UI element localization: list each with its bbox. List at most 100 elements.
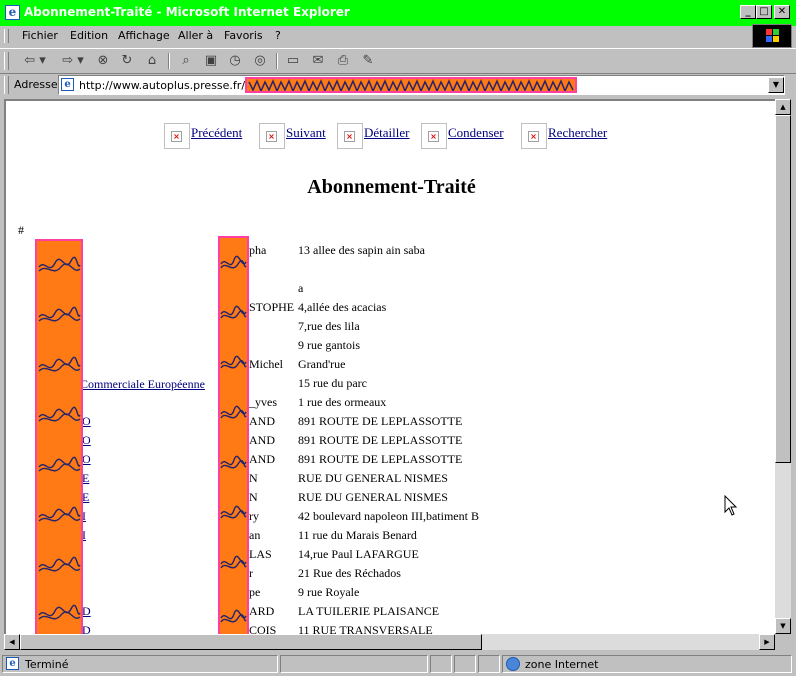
broken-image-icon[interactable]: × [164, 123, 190, 149]
row-name: AND [249, 414, 275, 428]
search-icon[interactable]: ⌕ [177, 53, 195, 69]
address-label: Adresse [14, 78, 58, 91]
row-address: 9 rue Royale [298, 585, 360, 599]
status-zone-panel: zone Internet [502, 655, 792, 673]
history-icon[interactable]: ◷ [226, 53, 244, 69]
title-bar: e Abonnement-Traité - Microsoft Internet… [0, 0, 796, 26]
row-name: LAS [249, 547, 272, 561]
page-title: Abonnement-Traité [307, 176, 476, 198]
scroll-up-button[interactable]: ▲ [775, 99, 791, 115]
menu-help[interactable]: ? [275, 29, 281, 42]
menu-fichier[interactable]: Fichier [22, 29, 58, 42]
row-address: 11 rue du Marais Benard [298, 528, 417, 542]
forward-icon[interactable]: ⇨ ▾ [58, 53, 88, 69]
stop-icon[interactable]: ⊗ [94, 53, 112, 69]
horizontal-scroll-thumb[interactable] [20, 634, 482, 650]
favorites-icon[interactable]: ▣ [202, 53, 220, 69]
page-content: × Précédent × Suivant × Détailler × Cond… [4, 99, 775, 634]
row-address: 9 rue gantois [298, 338, 360, 352]
nav-suivant-link[interactable]: Suivant [286, 125, 326, 141]
row-name: ry [249, 509, 259, 523]
nav-precedent-link[interactable]: Précédent [191, 125, 242, 141]
row-name: N [249, 471, 258, 485]
scrollbar-corner [775, 634, 791, 650]
row-address: RUE DU GENERAL NISMES [298, 471, 448, 485]
redaction-column [218, 236, 249, 634]
status-panel [454, 655, 476, 673]
row-address: 1 rue des ormeaux [298, 395, 387, 409]
row-address: RUE DU GENERAL NISMES [298, 490, 448, 504]
row-address: 4,allée des acacias [298, 300, 387, 314]
scroll-left-button[interactable]: ◀ [4, 634, 20, 650]
row-address: 891 ROUTE DE LEPLASSOTTE [298, 452, 463, 466]
broken-image-icon[interactable]: × [521, 123, 547, 149]
mail-icon[interactable]: ✉ [309, 53, 327, 69]
row-name: _yves [249, 395, 277, 409]
address-url[interactable]: http://www.autoplus.presse.fr/ema [79, 79, 269, 92]
nav-detailler-link[interactable]: Détailler [364, 125, 409, 141]
row-address: 13 allee des sapin ain saba [298, 243, 425, 257]
broken-image-icon[interactable]: × [259, 123, 285, 149]
scribble-pattern [248, 79, 574, 91]
company-link[interactable]: Commerciale Européenne [80, 377, 205, 392]
broken-image-icon[interactable]: × [421, 123, 447, 149]
row-first-column-link[interactable]: O [82, 414, 91, 429]
close-button[interactable]: ✕ [774, 5, 790, 19]
scribble-pattern [220, 255, 247, 623]
status-text: Terminé [25, 658, 69, 671]
status-progress-panel [280, 655, 428, 673]
row-name: an [249, 528, 261, 542]
status-panel [478, 655, 500, 673]
redaction-column [35, 239, 83, 634]
menu-favoris[interactable]: Favoris [224, 29, 263, 42]
windows-logo-icon [752, 24, 792, 48]
row-first-column-link[interactable]: E [82, 490, 89, 505]
standard-toolbar: ⇦ ▾ ⇨ ▾ ⊗ ↻ ⌂ ⌕ ▣ ◷ ◎ ▭ ✉ ⎙ ✎ [0, 48, 796, 74]
menu-aller[interactable]: Aller à [178, 29, 213, 42]
scroll-down-button[interactable]: ▼ [775, 618, 791, 634]
menu-grip[interactable] [4, 29, 9, 43]
row-address: a [298, 281, 304, 295]
menu-edition[interactable]: Edition [70, 29, 108, 42]
maximize-button[interactable]: □ [756, 5, 772, 19]
refresh-icon[interactable]: ↻ [118, 53, 136, 69]
row-first-column-link[interactable]: O [82, 433, 91, 448]
row-address: 891 ROUTE DE LEPLASSOTTE [298, 433, 463, 447]
status-main-panel: e Terminé [2, 655, 278, 673]
mouse-cursor-icon [724, 495, 738, 516]
row-first-column-link[interactable]: O [82, 452, 91, 467]
globe-icon [506, 657, 520, 671]
minimize-button[interactable]: _ [740, 5, 756, 19]
page-done-icon: e [6, 657, 19, 670]
home-icon[interactable]: ⌂ [143, 53, 161, 69]
vertical-scrollbar[interactable]: ▲ ▼ [775, 99, 791, 634]
redaction-mark [245, 77, 577, 93]
scroll-right-button[interactable]: ▶ [759, 634, 775, 650]
address-dropdown-button[interactable]: ▼ [768, 77, 784, 93]
toolbar-separator [168, 53, 170, 69]
nav-condenser-link[interactable]: Condenser [448, 125, 504, 141]
row-first-column-link[interactable]: E [82, 471, 89, 486]
print-icon[interactable]: ⎙ [334, 53, 352, 69]
page-icon: e [61, 78, 74, 91]
nav-rechercher-link[interactable]: Rechercher [548, 125, 607, 141]
vertical-scroll-thumb[interactable] [775, 115, 791, 463]
row-name: pha [249, 243, 267, 257]
horizontal-scrollbar[interactable]: ◀ ▶ [4, 634, 775, 650]
back-icon[interactable]: ⇦ ▾ [20, 53, 50, 69]
channels-icon[interactable]: ◎ [251, 53, 269, 69]
row-first-column-link[interactable]: D [82, 623, 91, 634]
address-grip[interactable] [4, 76, 9, 94]
menu-affichage[interactable]: Affichage [118, 29, 170, 42]
broken-image-icon[interactable]: × [337, 123, 363, 149]
menu-bar: Fichier Edition Affichage Aller à Favori… [0, 26, 796, 46]
row-name: COIS [249, 623, 277, 634]
fullscreen-icon[interactable]: ▭ [284, 53, 302, 69]
toolbar-grip[interactable] [4, 52, 9, 70]
row-name: ARD [249, 604, 275, 618]
row-name: AND [249, 452, 275, 466]
edit-icon[interactable]: ✎ [359, 53, 377, 69]
ie-logo-icon[interactable]: e [5, 5, 20, 20]
row-first-column-link[interactable]: D [82, 604, 91, 619]
address-input[interactable]: e http://www.autoplus.presse.fr/ema ▼ [58, 75, 785, 95]
